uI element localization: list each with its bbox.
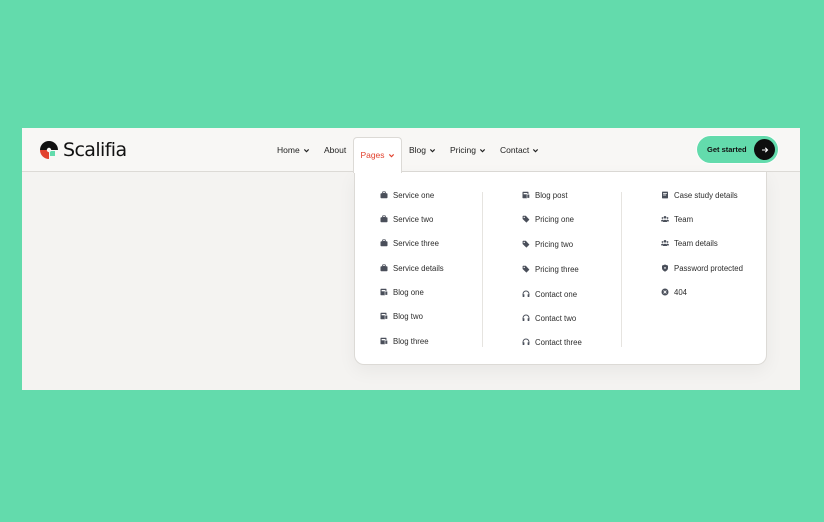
nav-item-label: About <box>324 145 347 155</box>
headset-icon <box>521 338 530 347</box>
get-started-button[interactable]: Get started <box>697 136 778 163</box>
chevron-down-icon <box>479 148 486 152</box>
nav-item-label: Home <box>277 145 300 155</box>
team-icon <box>660 239 669 248</box>
menu-item-label: Team details <box>674 238 718 248</box>
nav-item-home[interactable]: Home <box>277 142 310 158</box>
menu-item-team-details[interactable]: Team details <box>660 237 718 249</box>
menu-item-label: Team <box>674 214 694 224</box>
document-icon <box>660 191 669 200</box>
menu-item-label: Contact one <box>535 289 578 299</box>
menu-item-label: Blog three <box>393 336 429 346</box>
tag-icon <box>521 240 530 249</box>
menu-item-service-one[interactable]: Service one <box>379 189 434 201</box>
chevron-down-icon <box>429 148 436 152</box>
menu-item-label: Service details <box>393 263 444 273</box>
menu-item-label: Service three <box>393 238 439 248</box>
menu-item-label: 404 <box>674 287 688 297</box>
menu-item-service-three[interactable]: Service three <box>379 237 439 249</box>
brand-name: Scalifia <box>63 139 127 161</box>
menu-item-404[interactable]: 404 <box>660 286 687 298</box>
team-icon <box>660 215 669 224</box>
site-header: Scalifia Home About Pages Blog Pricing C… <box>22 128 800 173</box>
newspaper-icon <box>379 288 388 297</box>
menu-item-case-study-details[interactable]: Case study details <box>660 189 738 201</box>
nav-item-label: Blog <box>409 145 427 155</box>
nav-item-pricing[interactable]: Pricing <box>450 142 486 158</box>
tag-icon <box>521 215 530 224</box>
chevron-down-icon <box>388 154 394 158</box>
menu-item-blog-two[interactable]: Blog two <box>379 310 423 322</box>
menu-item-team[interactable]: Team <box>660 213 693 225</box>
menu-item-label: Blog two <box>393 311 423 321</box>
menu-item-label: Pricing two <box>535 239 574 249</box>
menu-item-service-details[interactable]: Service details <box>379 262 444 274</box>
tag-icon <box>521 265 530 274</box>
column-divider <box>621 192 622 347</box>
chevron-down-icon <box>303 148 309 152</box>
shield-icon <box>660 264 669 273</box>
briefcase-icon <box>379 215 388 224</box>
menu-item-label: Case study details <box>674 190 738 200</box>
pages-dropdown-menu: Service one Service two Service three Se… <box>354 172 767 365</box>
menu-item-label: Blog one <box>393 287 424 297</box>
error-icon <box>660 288 669 297</box>
menu-item-blog-one[interactable]: Blog one <box>379 286 424 298</box>
menu-item-label: Pricing three <box>535 264 579 274</box>
nav-item-label: Pages <box>360 150 385 160</box>
briefcase-icon <box>379 264 388 273</box>
menu-item-pricing-two[interactable]: Pricing two <box>521 238 573 250</box>
logo-mark-icon <box>40 141 58 159</box>
nav-item-pages[interactable]: Pages <box>353 137 402 173</box>
column-divider <box>482 192 483 347</box>
briefcase-icon <box>379 239 388 248</box>
briefcase-icon <box>379 191 388 200</box>
get-started-label: Get started <box>707 145 747 154</box>
menu-item-label: Contact three <box>535 337 582 347</box>
menu-item-blog-three[interactable]: Blog three <box>379 335 429 347</box>
menu-item-label: Contact two <box>535 313 577 323</box>
menu-item-label: Blog post <box>535 190 568 200</box>
menu-item-password-protected[interactable]: Password protected <box>660 262 743 274</box>
page-card: Scalifia Home About Pages Blog Pricing C… <box>22 128 800 390</box>
menu-item-label: Password protected <box>674 263 743 273</box>
headset-icon <box>521 314 530 323</box>
menu-item-contact-one[interactable]: Contact one <box>521 288 577 300</box>
menu-item-pricing-one[interactable]: Pricing one <box>521 213 574 225</box>
menu-item-contact-two[interactable]: Contact two <box>521 312 576 324</box>
nav-item-label: Pricing <box>450 145 476 155</box>
newspaper-icon <box>379 337 388 346</box>
newspaper-icon <box>521 191 530 200</box>
menu-item-label: Service one <box>393 190 435 200</box>
nav-item-label: Contact <box>500 145 530 155</box>
nav-item-about[interactable]: About <box>324 142 346 158</box>
brand-logo[interactable]: Scalifia <box>39 139 127 161</box>
menu-item-pricing-three[interactable]: Pricing three <box>521 263 579 275</box>
newspaper-icon <box>379 312 388 321</box>
menu-item-blog-post[interactable]: Blog post <box>521 189 568 201</box>
menu-item-label: Service two <box>393 214 434 224</box>
nav-item-blog[interactable]: Blog <box>409 142 436 158</box>
headset-icon <box>521 290 530 299</box>
menu-item-service-two[interactable]: Service two <box>379 213 433 225</box>
menu-item-label: Pricing one <box>535 214 575 224</box>
chevron-down-icon <box>533 148 539 152</box>
arrow-right-icon <box>754 139 775 160</box>
menu-item-contact-three[interactable]: Contact three <box>521 336 582 348</box>
nav-item-contact[interactable]: Contact <box>500 142 539 158</box>
